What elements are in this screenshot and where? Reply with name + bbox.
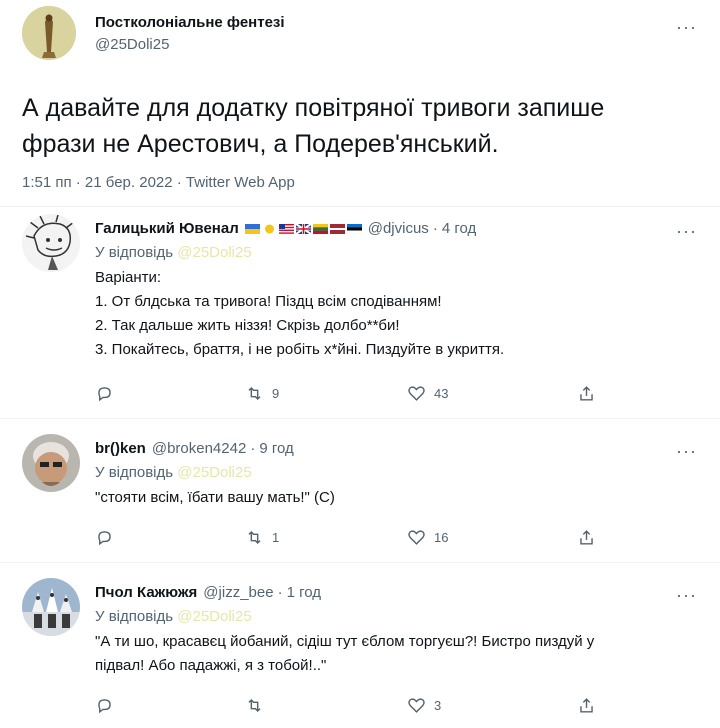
reply-tweet: Пчол Кажюжя @jizz_bee · 1 год ··· У відп… (0, 578, 720, 728)
tweet-meta[interactable]: 1:51 пп · 21 бер. 2022 · Twitter Web App (22, 174, 295, 191)
action-bar: 1 16 (95, 528, 615, 550)
reply-text-line: "стояти всім, їбати вашу мать!" (С) (95, 489, 335, 506)
retweet-icon (248, 530, 261, 545)
main-tweet: Постколоніальне фентезі @25Doli25 ··· А … (0, 0, 720, 200)
reply-icon (98, 699, 111, 714)
reply-time[interactable]: 4 год (442, 220, 476, 237)
share-button[interactable] (577, 384, 596, 403)
share-icon (580, 386, 593, 401)
reply-icon (98, 531, 111, 546)
reply-time[interactable]: 1 год (287, 584, 321, 601)
tweet-text: А давайте для додатку повітряної тривоги… (22, 90, 682, 162)
reply-author-handle[interactable]: @djvicus (368, 220, 429, 237)
reply-author-handle[interactable]: @broken4242 (152, 440, 246, 457)
reply-text-line: Варіанти: (95, 269, 162, 286)
like-count: 3 (434, 698, 442, 713)
reply-avatar[interactable] (22, 578, 80, 636)
retweet-button[interactable]: 9 (245, 384, 279, 403)
reply-header: br()ken @broken4242 · 9 год (95, 440, 294, 457)
author-name[interactable]: Постколоніальне фентезі (95, 14, 285, 31)
reply-tweet: Галицький Ювенал @djvicus · 4 год ··· У … (0, 214, 720, 414)
share-button[interactable] (577, 696, 596, 715)
reply-text-line: 1. От блдська та тривога! Піздц всім спо… (95, 293, 442, 310)
reply-header: Пчол Кажюжя @jizz_bee · 1 год (95, 584, 321, 601)
reply-button[interactable] (95, 696, 114, 715)
more-icon[interactable]: ··· (676, 222, 697, 240)
retweet-count: 1 (272, 530, 280, 545)
retweet-button[interactable]: 1 (245, 528, 279, 547)
replying-mention[interactable]: @25Doli25 (177, 608, 251, 625)
author-avatar[interactable] (22, 6, 76, 60)
retweet-icon (248, 698, 261, 713)
separator-dot: · (250, 440, 256, 457)
separator-dot: · (432, 220, 438, 237)
lithuania-flag-icon (312, 223, 328, 234)
reply-text-line: 3. Покайтесь, браття, і не робіть х*йні.… (95, 341, 505, 358)
heart-icon (408, 386, 425, 401)
ukraine-flag-icon (244, 223, 260, 234)
retweet-icon (248, 386, 261, 401)
like-count: 16 (434, 530, 449, 545)
like-button[interactable]: 3 (407, 696, 441, 715)
name-flags (244, 223, 362, 234)
more-icon[interactable]: ··· (676, 442, 697, 460)
divider (0, 562, 720, 563)
estonia-flag-icon (346, 223, 362, 234)
reply-avatar[interactable] (22, 214, 80, 272)
latvia-flag-icon (329, 223, 345, 234)
more-icon[interactable]: ··· (676, 18, 697, 36)
reply-author-handle[interactable]: @jizz_bee (203, 584, 273, 601)
author-handle[interactable]: @25Doli25 (95, 36, 169, 53)
action-bar: 9 43 (95, 384, 615, 406)
reply-text-line: підвал! Або падажжі, я з тобой!.." (95, 657, 327, 674)
share-icon (580, 698, 593, 713)
replying-prefix: У відповідь (95, 464, 174, 481)
separator-dot: · (277, 584, 283, 601)
replying-to: У відповідь @25Doli25 (95, 464, 252, 481)
reply-text-line: "А ти шо, красавєц йобаний, сідіш тут єб… (95, 633, 595, 650)
heart-icon (408, 530, 425, 545)
replying-prefix: У відповідь (95, 244, 174, 261)
reply-author-name[interactable]: Галицький Ювенал (95, 220, 239, 237)
reply-text: "стояти всім, їбати вашу мать!" (С) (95, 486, 695, 510)
reply-text: Варіанти: 1. От блдська та тривога! Пізд… (95, 266, 695, 362)
like-button[interactable]: 16 (407, 528, 448, 547)
reply-avatar[interactable] (22, 434, 80, 492)
action-bar: 3 (95, 696, 615, 718)
reply-button[interactable] (95, 384, 114, 403)
like-count: 43 (434, 386, 449, 401)
share-button[interactable] (577, 528, 596, 547)
reply-time[interactable]: 9 год (259, 440, 293, 457)
replying-to: У відповідь @25Doli25 (95, 608, 252, 625)
replying-prefix: У відповідь (95, 608, 174, 625)
replying-mention[interactable]: @25Doli25 (177, 244, 251, 261)
heart-icon (264, 224, 274, 233)
reply-text: "А ти шо, красавєц йобаний, сідіш тут єб… (95, 630, 695, 678)
reply-author-name[interactable]: br()ken (95, 440, 146, 457)
reply-header: Галицький Ювенал @djvicus · 4 год (95, 220, 476, 237)
like-button[interactable]: 43 (407, 384, 448, 403)
tweet-text-line: А давайте для додатку повітряної тривоги… (22, 94, 605, 122)
divider (0, 206, 720, 207)
usa-flag-icon (278, 223, 294, 234)
reply-icon (98, 387, 111, 402)
retweet-count: 9 (272, 386, 280, 401)
reply-button[interactable] (95, 528, 114, 547)
reply-author-name[interactable]: Пчол Кажюжя (95, 584, 197, 601)
replying-mention[interactable]: @25Doli25 (177, 464, 251, 481)
replying-to: У відповідь @25Doli25 (95, 244, 252, 261)
heart-icon (408, 698, 425, 713)
reply-tweet: br()ken @broken4242 · 9 год ··· У відпов… (0, 434, 720, 564)
reply-text-line: 2. Так дальше жить ніззя! Скрізь долбо**… (95, 317, 400, 334)
uk-flag-icon (295, 223, 311, 234)
more-icon[interactable]: ··· (676, 586, 697, 604)
share-icon (580, 530, 593, 545)
retweet-button[interactable] (245, 696, 272, 715)
divider (0, 418, 720, 419)
tweet-text-line: фрази не Арестович, а Подерев'янський. (22, 130, 499, 158)
